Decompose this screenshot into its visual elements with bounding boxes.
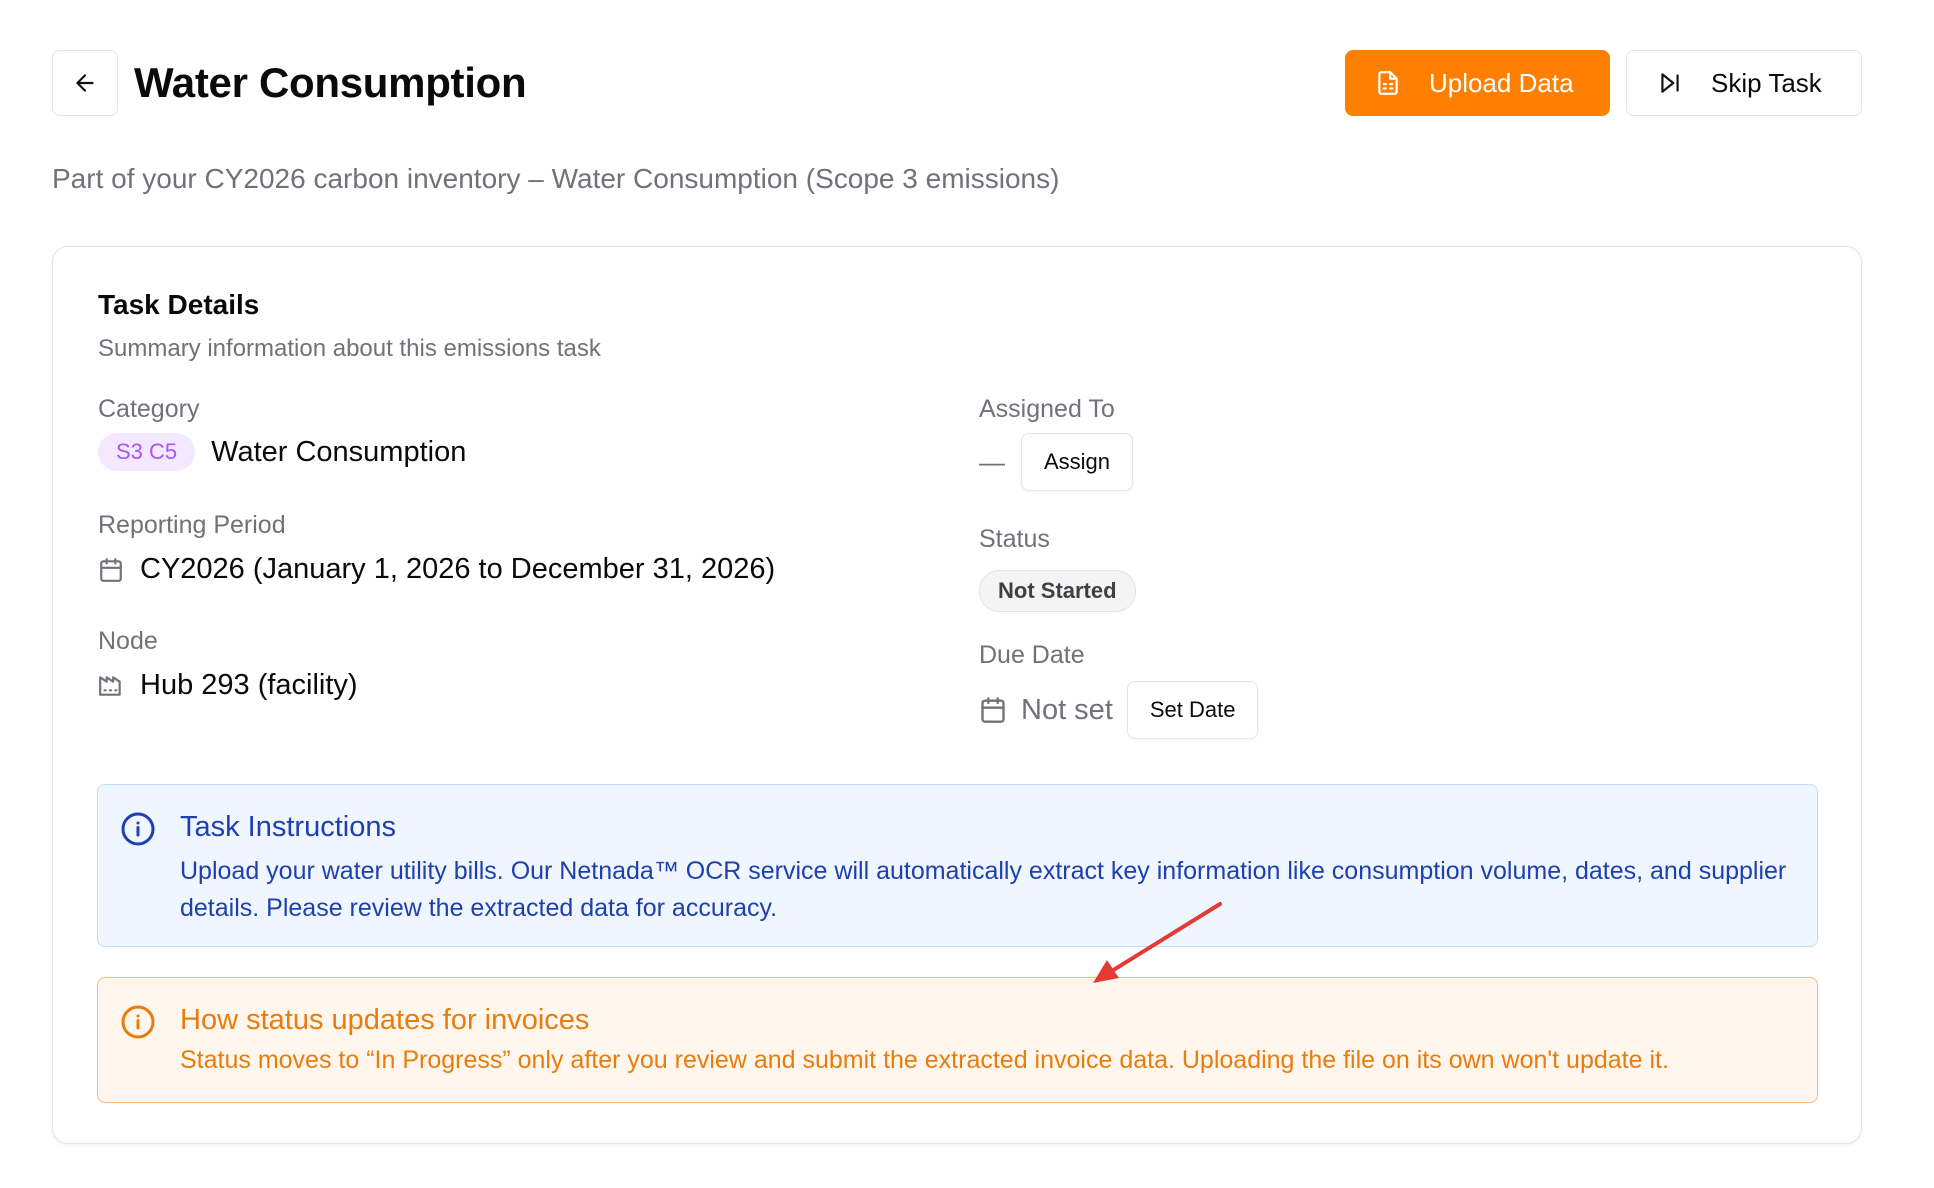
arrow-left-icon: [76, 74, 94, 92]
file-spreadsheet-icon: [1378, 71, 1398, 95]
instructions-text: Upload your water utility bills. Our Net…: [180, 857, 1787, 922]
category-badge: S3 C5: [98, 433, 196, 471]
skip-task-button[interactable]: Skip Task: [1626, 50, 1862, 116]
page-title: Water Consumption: [134, 59, 527, 106]
card-description: Summary information about this emissions…: [98, 335, 601, 362]
annotation-arrow-icon: [1093, 902, 1222, 983]
calendar-icon: [981, 697, 1005, 723]
info-icon: [121, 1005, 155, 1039]
notice-title: How status updates for invoices: [180, 1004, 590, 1036]
assign-button[interactable]: Assign: [1021, 433, 1134, 491]
factory-icon: [99, 675, 121, 696]
node-value: Hub 293 (facility): [98, 669, 358, 702]
upload-data-button[interactable]: Upload Data: [1345, 50, 1610, 116]
skip-forward-icon: [1661, 73, 1679, 93]
category-label: Category: [98, 395, 200, 423]
reporting-period-value: CY2026 (January 1, 2026 to December 31, …: [98, 553, 775, 586]
status-label: Status: [979, 525, 1050, 553]
calendar-icon: [100, 557, 122, 582]
reporting-period-label: Reporting Period: [98, 511, 286, 539]
node-text: Hub 293 (facility): [140, 669, 358, 701]
notice-text: Status moves to “In Progress” only after…: [180, 1046, 1669, 1074]
upload-data-label: Upload Data: [1429, 67, 1574, 98]
assigned-to-label: Assigned To: [979, 395, 1115, 423]
page-header: Water Consumption Upload Data Skip Task: [52, 50, 1862, 116]
task-details-card: Task Details Summary information about t…: [52, 246, 1862, 1144]
page-subtitle: Part of your CY2026 carbon inventory – W…: [52, 163, 1060, 194]
task-instructions-alert: Task Instructions Upload your water util…: [97, 784, 1818, 947]
category-text: Water Consumption: [211, 435, 467, 468]
card-title: Task Details: [98, 289, 260, 320]
assigned-to-row: — Assign: [979, 433, 1134, 491]
info-icon: [121, 812, 155, 846]
status-badge: Not Started: [979, 570, 1136, 612]
back-button[interactable]: [52, 50, 118, 116]
assigned-to-value: —: [979, 446, 1005, 477]
skip-task-label: Skip Task: [1711, 67, 1822, 98]
due-date-label: Due Date: [979, 641, 1085, 669]
node-label: Node: [98, 627, 158, 655]
instructions-title: Task Instructions: [180, 811, 396, 843]
category-value: S3 C5 Water Consumption: [98, 433, 466, 471]
due-date-row: Not set Set Date: [979, 681, 1259, 739]
due-date-value: Not set: [1021, 693, 1113, 726]
set-date-button[interactable]: Set Date: [1126, 681, 1259, 739]
status-notice-alert: How status updates for invoices Status m…: [97, 977, 1818, 1103]
reporting-period-text: CY2026 (January 1, 2026 to December 31, …: [140, 553, 776, 585]
